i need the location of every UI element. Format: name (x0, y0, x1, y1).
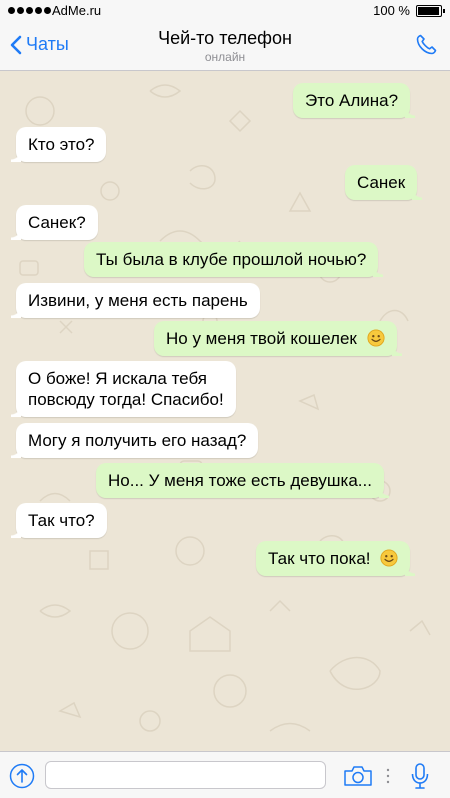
battery-percentage: 100 % (373, 3, 410, 18)
incoming-message[interactable]: Извини, у меня есть парень (11, 283, 260, 318)
status-bar: AdMe.ru 100 % (0, 0, 450, 22)
camera-icon (344, 766, 372, 786)
message-text: Это Алина? (305, 91, 399, 110)
outgoing-message[interactable]: Ты была в клубе прошлой ночью? (84, 242, 384, 277)
compose-bar (0, 751, 450, 798)
phone-screen: AdMe.ru 100 % Чаты Чей-то телефон онлайн (0, 0, 450, 798)
message-text: Так что пока! (268, 549, 371, 568)
outgoing-message[interactable]: Это Алина? (293, 83, 416, 118)
microphone-button[interactable] (410, 762, 430, 795)
message-text: Но... У меня тоже есть девушка... (108, 471, 372, 490)
share-icon (9, 763, 35, 789)
incoming-message[interactable]: Могу я получить его назад? (10, 423, 259, 458)
outgoing-message[interactable]: Так что пока! (256, 541, 416, 576)
incoming-message[interactable]: Кто это? (10, 127, 107, 162)
message-text: Санек (357, 173, 406, 192)
share-button[interactable] (9, 763, 35, 794)
incoming-message[interactable]: О боже! Я искала тебя повсюду тогда! Спа… (11, 361, 236, 417)
separator-dots (385, 766, 391, 791)
smiley-icon (367, 329, 385, 347)
incoming-message[interactable]: Санек? (11, 205, 98, 240)
message-text: Ты была в клубе прошлой ночью? (96, 250, 367, 269)
outgoing-message[interactable]: Санек (345, 165, 423, 200)
contact-status: онлайн (204, 50, 246, 64)
message-text: Могу я получить его назад? (28, 431, 247, 450)
microphone-icon (411, 763, 429, 789)
camera-button[interactable] (343, 765, 373, 792)
outgoing-message[interactable]: Но... У меня тоже есть девушка... (96, 463, 389, 498)
call-button[interactable] (414, 33, 438, 62)
incoming-message[interactable]: Так что? (11, 503, 107, 538)
chat-header: Чаты Чей-то телефон онлайн (0, 22, 450, 71)
phone-icon (416, 34, 437, 55)
smiley-icon (380, 549, 398, 567)
message-text: Кто это? (28, 135, 95, 154)
outgoing-message[interactable]: Но у меня твой кошелек (154, 321, 402, 356)
message-text: Извини, у меня есть парень (28, 291, 248, 310)
contact-name[interactable]: Чей-то телефон (0, 28, 450, 49)
message-list[interactable]: Это Алина? Кто это? Санек Санек? Ты была… (0, 71, 450, 751)
message-text-line: повсюду тогда! Спасибо! (28, 390, 224, 409)
battery-icon (416, 5, 445, 17)
carrier-name: AdMe.ru (52, 3, 102, 18)
message-text: Так что? (28, 511, 95, 530)
message-input[interactable] (45, 761, 326, 789)
signal-strength-icon (8, 7, 51, 14)
message-text-line: О боже! Я искала тебя (28, 369, 208, 388)
message-text: Санек? (28, 213, 86, 232)
message-text: Но у меня твой кошелек (166, 329, 357, 348)
